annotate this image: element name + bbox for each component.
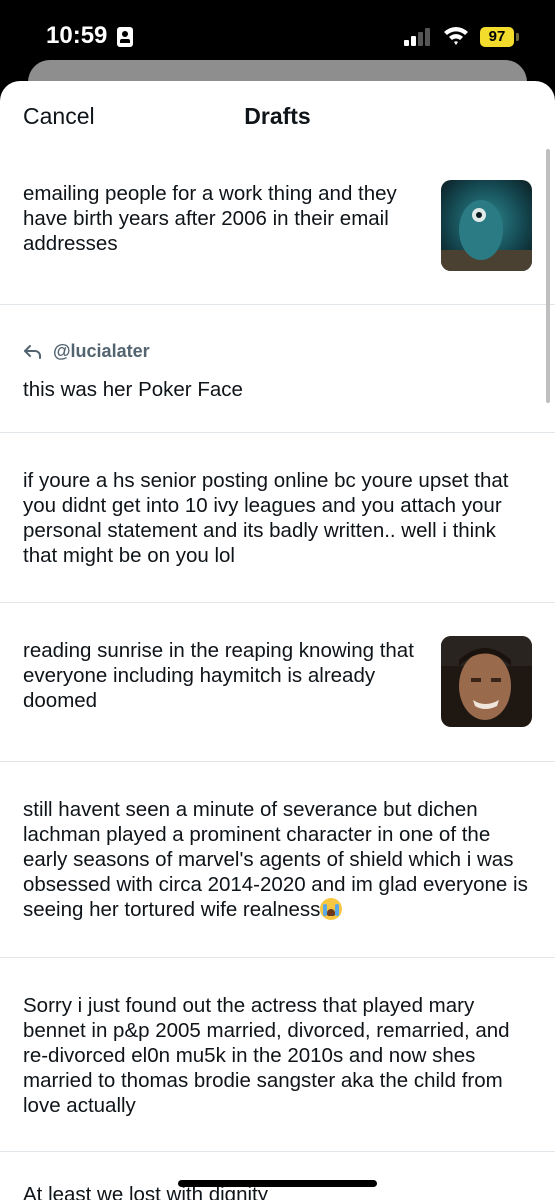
drafts-sheet: Drafts Cancel emailing people for a work… — [0, 81, 555, 1200]
draft-item[interactable]: Sorry i just found out the actress that … — [0, 958, 555, 1152]
status-time: 10:59 — [46, 22, 108, 49]
draft-text: emailing people for a work thing and the… — [23, 182, 397, 255]
draft-text: this was her Poker Face — [23, 378, 243, 401]
draft-item[interactable]: reading sunrise in the reaping knowing t… — [0, 603, 555, 762]
draft-item[interactable]: emailing people for a work thing and the… — [0, 151, 555, 305]
battery-indicator: 97 — [480, 27, 514, 47]
battery-tip — [516, 33, 519, 41]
draft-text-content: still havent seen a minute of severance … — [23, 798, 528, 921]
draft-text: reading sunrise in the reaping knowing t… — [23, 639, 414, 712]
draft-item[interactable]: still havent seen a minute of severance … — [0, 762, 555, 958]
drafts-list: emailing people for a work thing and the… — [0, 151, 555, 1200]
sheet-header: Drafts Cancel — [0, 81, 555, 151]
draft-text: Sorry i just found out the actress that … — [23, 994, 510, 1117]
draft-text: if youre a hs senior posting online bc y… — [23, 469, 509, 567]
scrollbar[interactable] — [546, 149, 550, 403]
cellular-signal-icon — [404, 28, 434, 46]
reply-arrow-icon — [24, 345, 41, 359]
cancel-button[interactable]: Cancel — [23, 103, 95, 130]
wifi-icon — [444, 27, 468, 45]
draft-text: still havent seen a minute of severance … — [23, 797, 528, 922]
loudly-crying-face-icon — [320, 898, 343, 920]
reply-to-handle: @lucialater — [53, 341, 150, 361]
draft-item[interactable]: @lucialater this was her Poker Face — [0, 305, 555, 433]
draft-item[interactable]: At least we lost with dignity — [0, 1152, 555, 1200]
draft-image-thumbnail — [441, 636, 532, 727]
draft-item[interactable]: if youre a hs senior posting online bc y… — [0, 433, 555, 603]
contact-card-icon — [117, 27, 133, 47]
home-indicator[interactable] — [178, 1180, 377, 1187]
draft-image-thumbnail — [441, 180, 532, 271]
